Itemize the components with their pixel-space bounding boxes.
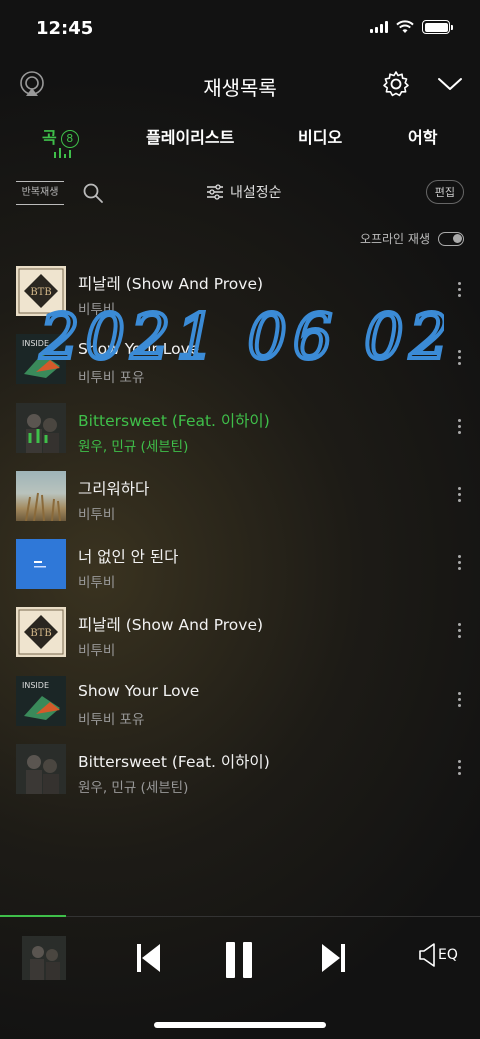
- song-artist: 비투비: [78, 506, 116, 523]
- album-art: [16, 539, 66, 590]
- song-title: Show Your Love: [78, 681, 200, 700]
- search-icon[interactable]: [82, 182, 104, 204]
- sliders-icon: [207, 184, 223, 200]
- now-playing-album-art[interactable]: [22, 936, 66, 980]
- song-row[interactable]: BTB 피날레 (Show And Prove) 비투비: [0, 256, 480, 324]
- more-options-icon[interactable]: [455, 418, 463, 437]
- chevron-down-icon[interactable]: [436, 72, 464, 96]
- song-artist: 비투비: [78, 302, 116, 318]
- song-list: BTB 피날레 (Show And Prove) 비투비 INSIDE Show…: [0, 256, 480, 802]
- svg-text:BTB: BTB: [30, 628, 51, 639]
- offline-toggle[interactable]: [438, 231, 464, 246]
- pause-icon[interactable]: [222, 940, 256, 980]
- player-divider: [0, 916, 480, 917]
- more-options-icon[interactable]: [455, 760, 463, 778]
- tab-songs-label: 곡: [42, 128, 57, 147]
- album-art: INSIDE: [16, 675, 66, 726]
- song-artist: 비투비 포유: [78, 711, 145, 728]
- offline-label: 오프라인 재생: [359, 232, 430, 246]
- tab-songs[interactable]: 곡8: [42, 124, 79, 148]
- song-title: Bittersweet (Feat. 이하이): [78, 753, 270, 772]
- previous-track-icon[interactable]: [134, 940, 164, 976]
- repeat-button[interactable]: 반복재생: [14, 178, 66, 208]
- speaker-icon: [419, 943, 435, 967]
- more-options-icon[interactable]: [455, 623, 463, 641]
- song-title: 피날레 (Show And Prove): [78, 275, 264, 293]
- header: 재생목록: [0, 60, 480, 110]
- playback-progress[interactable]: [0, 915, 66, 917]
- song-row[interactable]: INSIDE Show Your Love 비투비 포유: [0, 324, 480, 392]
- album-art: INSIDE: [16, 334, 66, 385]
- sort-label: 내설정순: [230, 185, 282, 201]
- more-options-icon[interactable]: [455, 486, 463, 505]
- battery-icon: [422, 20, 453, 34]
- svg-text:BTB: BTB: [30, 287, 51, 298]
- song-row[interactable]: 그리워하다 비투비: [0, 461, 480, 529]
- song-title: Bittersweet (Feat. 이하이): [78, 411, 270, 430]
- eq-button[interactable]: EQ: [418, 942, 458, 968]
- song-title: 너 없인 안 된다: [78, 548, 179, 567]
- svg-text:INSIDE: INSIDE: [22, 681, 49, 690]
- now-playing-eq-icon: [54, 148, 71, 158]
- more-options-icon[interactable]: [455, 555, 463, 573]
- song-artist: 비투비: [78, 643, 116, 660]
- tab-playlists[interactable]: 플레이리스트: [146, 124, 234, 148]
- status-bar: 12:45: [0, 0, 480, 56]
- playlist-toolbar: 반복재생 내설정순 편집: [0, 176, 480, 210]
- song-title: Show Your Love: [78, 340, 200, 359]
- cellular-signal-icon: [370, 21, 388, 33]
- song-row[interactable]: 너 없인 안 된다 비투비: [0, 529, 480, 597]
- more-options-icon[interactable]: [455, 282, 463, 300]
- song-row[interactable]: Bittersweet (Feat. 이하이) 원우, 민규 (세븐틴): [0, 734, 480, 802]
- tab-videos[interactable]: 비디오: [298, 124, 342, 148]
- song-artist: 원우, 민규 (세븐틴): [78, 780, 189, 797]
- song-row-now-playing[interactable]: Bittersweet (Feat. 이하이) 원우, 민규 (세븐틴): [0, 393, 480, 461]
- song-row[interactable]: INSIDE Show Your Love 비투비 포유: [0, 666, 480, 734]
- eq-label: EQ: [438, 947, 458, 963]
- tab-bar: 곡8 플레이리스트 비디오 어학: [0, 118, 480, 162]
- album-art: [16, 402, 66, 453]
- song-artist: 원우, 민규 (세븐틴): [78, 438, 189, 455]
- offline-play-row: 오프라인 재생: [360, 230, 464, 247]
- album-art: [16, 470, 66, 521]
- song-artist: 비투비: [78, 575, 116, 592]
- album-art: BTB: [16, 266, 66, 316]
- album-art: BTB: [16, 607, 66, 658]
- song-title: 피날레 (Show And Prove): [78, 616, 264, 635]
- gear-icon[interactable]: [382, 70, 410, 98]
- song-count-badge: 8: [60, 130, 79, 148]
- tab-language[interactable]: 어학: [408, 124, 437, 148]
- more-options-icon[interactable]: [455, 350, 463, 368]
- album-art: [16, 744, 66, 795]
- more-options-icon[interactable]: [455, 691, 463, 710]
- sort-button[interactable]: 내설정순: [206, 182, 282, 202]
- status-icons: [370, 20, 453, 34]
- song-artist: 비투비 포유: [78, 370, 145, 387]
- home-indicator[interactable]: [154, 1022, 326, 1028]
- edit-button[interactable]: 편집: [425, 180, 464, 204]
- status-time: 12:45: [36, 18, 94, 39]
- wifi-icon: [396, 20, 414, 33]
- song-row[interactable]: BTB 피날레 (Show And Prove) 비투비: [0, 597, 480, 665]
- svg-text:INSIDE: INSIDE: [22, 339, 49, 348]
- next-track-icon[interactable]: [318, 940, 348, 976]
- song-title: 그리워하다: [78, 479, 150, 498]
